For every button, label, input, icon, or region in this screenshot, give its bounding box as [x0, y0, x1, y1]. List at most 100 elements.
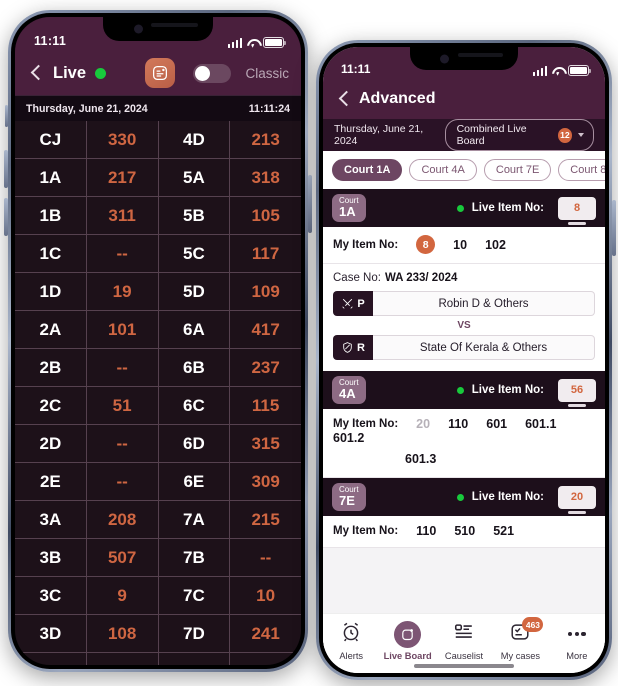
notch [103, 17, 213, 41]
back-chevron-icon-right[interactable] [333, 88, 355, 110]
tab-icon-wrap [568, 621, 586, 647]
tab-causelist[interactable]: Causelist [436, 621, 492, 661]
my-item-value[interactable]: 8 [416, 235, 436, 254]
tab-live-board[interactable]: Live Board [379, 620, 435, 661]
table-row[interactable]: CJ 330 4D 213 [15, 121, 301, 159]
court-tab-court-7e[interactable]: Court 7E [483, 159, 552, 181]
status-time: 11:11 [34, 34, 67, 48]
respondent-row[interactable]: R State Of Kerala & Others [333, 335, 595, 360]
court-code-cell: 6A [158, 311, 230, 348]
item-value-cell: 108 [85, 615, 159, 652]
court-code-cell: 2A [15, 311, 86, 348]
item-value-cell: -- [229, 539, 301, 576]
date-label: Thursday, June 21, 2024 [26, 102, 148, 115]
item-value-cell: 117 [229, 235, 301, 272]
my-item-value[interactable]: 601.2 [333, 431, 364, 445]
court-code-cell: 2D [15, 425, 86, 462]
my-item-value[interactable]: 521 [493, 524, 514, 538]
table-row[interactable]: 2B -- 6B 237 [15, 349, 301, 387]
power-button-right[interactable] [612, 200, 616, 256]
item-value-cell: 311 [85, 197, 159, 234]
my-item-value[interactable]: 601.1 [525, 417, 556, 431]
my-item-label: My Item No: [333, 238, 399, 251]
case-no-label: Case No: [333, 272, 381, 284]
my-item-value[interactable]: 110 [416, 524, 436, 538]
item-value-cell: 330 [85, 121, 159, 158]
front-camera [133, 24, 143, 34]
live-board-icon [394, 620, 422, 648]
my-item-value[interactable]: 110 [448, 417, 468, 431]
item-value-cell: 105 [229, 197, 301, 234]
volume-down-button[interactable] [4, 198, 8, 236]
court-code-cell: 1B [15, 197, 86, 234]
tab-my-cases[interactable]: 463 My cases [492, 617, 548, 661]
table-row[interactable]: 3C 9 7C 10 [15, 577, 301, 615]
board-card-icon[interactable] [145, 58, 176, 88]
table-row[interactable]: 3B 507 7B -- [15, 539, 301, 577]
court-tab-court-1a[interactable]: Court 1A [332, 159, 403, 181]
versus-label: VS [457, 320, 471, 331]
table-row[interactable]: 2D -- 6D 315 [15, 425, 301, 463]
tab-icon-wrap: 463 [509, 617, 544, 647]
status-time-right: 11:11 [341, 62, 371, 76]
petitioner-row[interactable]: P Robin D & Others [333, 291, 595, 316]
table-row[interactable]: 1D 19 5D 109 [15, 273, 301, 311]
tab-more[interactable]: More [549, 621, 605, 661]
court-code-cell: 6C [158, 387, 230, 424]
court-tab-court-8a[interactable]: Court 8A [558, 159, 605, 181]
live-status-dot-icon [456, 386, 464, 394]
live-item-value[interactable]: 20 [558, 485, 596, 509]
item-value-cell: 19 [85, 273, 159, 310]
mute-switch[interactable] [5, 105, 8, 127]
my-item-value[interactable]: 102 [485, 238, 506, 252]
table-row[interactable]: 2E -- 6E 309 [15, 463, 301, 501]
live-item-value[interactable]: 8 [558, 196, 596, 220]
my-items-row: My Item No: 20 110 601 601.1 601.2 601.3 [323, 409, 605, 478]
board-select-dropdown[interactable]: Combined Live Board 12 [444, 119, 594, 151]
date-bar-left: Thursday, June 21, 2024 11:11:24 [15, 95, 301, 121]
court-code-cell: 7E [158, 653, 230, 665]
court-tab-court-4a[interactable]: Court 4A [409, 159, 477, 181]
item-value-cell: -- [85, 425, 159, 462]
court-header[interactable]: Court 1A Live Item No: 8 [323, 189, 605, 227]
live-item-value[interactable]: 56 [558, 378, 596, 402]
item-value-cell: 315 [229, 425, 301, 462]
court-number: 7E [339, 493, 355, 509]
crossed-swords-glyph [342, 298, 354, 309]
tab-icon-wrap [453, 621, 475, 647]
court-tabs-strip[interactable]: Court 1ACourt 4ACourt 7ECourt 8ACourt 8B [323, 151, 605, 189]
court-code-cell: 3E [15, 653, 86, 665]
back-chevron-icon[interactable] [25, 62, 47, 84]
my-item-value[interactable]: 510 [454, 524, 475, 538]
table-row[interactable]: 1B 311 5B 105 [15, 197, 301, 235]
front-camera-right [440, 54, 450, 63]
table-row[interactable]: 3E1347E303 [15, 653, 301, 665]
phone-right-screen: 11:11 Advanced Thursday, June 21, 2024 C… [323, 47, 605, 673]
table-row[interactable]: 1A 217 5A 318 [15, 159, 301, 197]
case-no-value: WA 233/ 2024 [384, 272, 458, 284]
table-row[interactable]: 2A 101 6A 417 [15, 311, 301, 349]
nav-bar-left: Live Classic [15, 51, 301, 95]
tab-alerts[interactable]: Alerts [323, 621, 379, 661]
live-item-label: Live Item No: [471, 491, 544, 503]
table-row[interactable]: 2C 51 6C 115 [15, 387, 301, 425]
my-item-value[interactable]: 10 [453, 238, 467, 252]
power-button[interactable] [308, 175, 312, 233]
table-row[interactable]: 3D 108 7D 241 [15, 615, 301, 653]
my-item-value[interactable]: 20 [416, 417, 430, 431]
my-item-value[interactable]: 601.3 [405, 452, 436, 466]
my-item-value[interactable]: 601 [486, 417, 507, 431]
table-row[interactable]: 3A 208 7A 215 [15, 501, 301, 539]
table-row[interactable]: 1C -- 5C 117 [15, 235, 301, 273]
court-header[interactable]: Court 4A Live Item No: 56 [323, 371, 605, 409]
court-badge: Court 1A [332, 193, 366, 223]
tab-icon-wrap [340, 621, 362, 647]
court-header[interactable]: Court 7E Live Item No: 20 [323, 478, 605, 516]
live-item-label: Live Item No: [471, 384, 544, 396]
classic-mode-toggle[interactable] [193, 63, 232, 83]
cellular-signal-icon [227, 37, 242, 48]
wifi-icon [246, 38, 259, 48]
volume-up-button[interactable] [4, 150, 8, 188]
classic-toggle-label: Classic [245, 65, 289, 81]
case-no-line: Case No: WA 233/ 2024 [333, 272, 595, 284]
